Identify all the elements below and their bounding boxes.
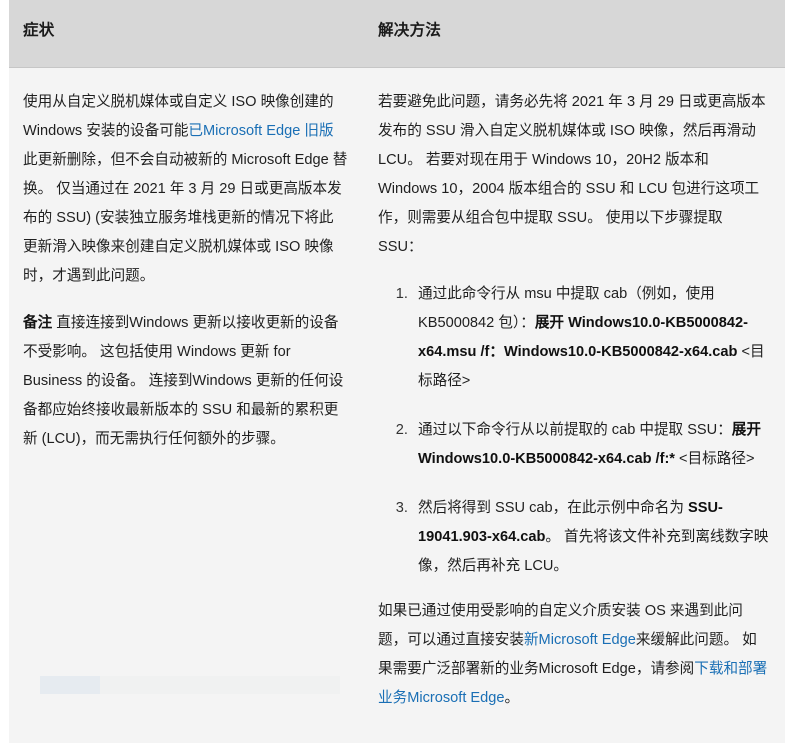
symptom-paragraph-1: 使用从自定义脱机媒体或自定义 ISO 映像创建的 Windows 安装的设备可能… <box>23 88 348 291</box>
list-item: 通过以下命令行从以前提取的 cab 中提取 SSU：展开 Windows10.0… <box>412 416 769 474</box>
note-body: 直接连接到Windows 更新以接收更新的设备不受影响。 这包括使用 Windo… <box>23 314 344 447</box>
symptom-p1-after-link: 此更新删除，但不会自动被新的 Microsoft Edge 替换。 仅当通过在 … <box>23 151 348 284</box>
new-microsoft-edge-link[interactable]: 新Microsoft Edge <box>524 632 636 648</box>
step-2-text: 通过以下命令行从以前提取的 cab 中提取 SSU： <box>418 421 732 438</box>
table-header-row: 症状 解决方法 <box>9 0 785 68</box>
column-header-symptom-label: 症状 <box>23 22 55 39</box>
column-header-solution-label: 解决方法 <box>378 22 442 39</box>
column-header-symptom: 症状 <box>9 0 370 68</box>
symptom-cell: 使用从自定义脱机媒体或自定义 ISO 映像创建的 Windows 安装的设备可能… <box>9 67 370 743</box>
kb-issue-table: 症状 解决方法 使用从自定义脱机媒体或自定义 ISO 映像创建的 Windows… <box>9 0 785 743</box>
table-header: 症状 解决方法 <box>9 0 785 68</box>
step-3-text: 然后将得到 SSU cab，在此示例中命名为 <box>418 499 689 516</box>
solution-cell: 若要避免此问题，请务必先将 2021 年 3 月 29 日或更高版本发布的 SS… <box>370 67 785 743</box>
solution-intro-paragraph: 若要避免此问题，请务必先将 2021 年 3 月 29 日或更高版本发布的 SS… <box>378 93 766 255</box>
list-item: 然后将得到 SSU cab，在此示例中命名为 SSU-19041.903-x64… <box>412 494 769 581</box>
edge-legacy-link[interactable]: 已Microsoft Edge 旧版 <box>188 123 333 139</box>
solution-closing-paragraph: 如果已通过使用受影响的自定义介质安装 OS 来遇到此问题，可以通过直接安装新Mi… <box>378 597 769 713</box>
closing-part-3: 。 <box>504 689 520 706</box>
list-item: 通过此命令行从 msu 中提取 cab（例如，使用 KB5000842 包）：展… <box>412 280 769 396</box>
note-label: 备注 <box>23 314 53 331</box>
solution-steps-list: 通过此命令行从 msu 中提取 cab（例如，使用 KB5000842 包）：展… <box>378 280 769 581</box>
table-body: 使用从自定义脱机媒体或自定义 ISO 映像创建的 Windows 安装的设备可能… <box>9 67 785 743</box>
step-2-trailing: <目标路径> <box>675 450 755 467</box>
column-header-solution: 解决方法 <box>370 0 785 68</box>
symptom-paragraph-2: 备注 直接连接到Windows 更新以接收更新的设备不受影响。 这包括使用 Wi… <box>23 309 348 454</box>
table-row: 使用从自定义脱机媒体或自定义 ISO 映像创建的 Windows 安装的设备可能… <box>9 67 785 743</box>
